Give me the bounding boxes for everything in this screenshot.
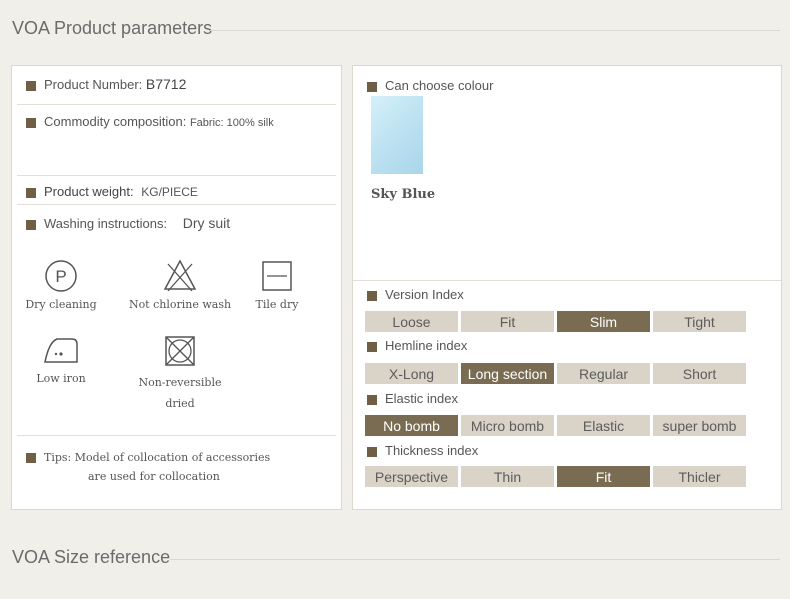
thickness-index-title: Thickness index [367,443,478,458]
weight-label: Product weight: [44,184,134,199]
product-options-panel: Can choose colour Sky Blue Version Index… [352,65,782,510]
care-item-dry-cleaning: P Dry cleaning [16,258,106,311]
bullet-square-icon [26,453,36,463]
version-index-options: Loose Fit Slim Tight [365,311,746,332]
composition-row: Commodity composition: Fabric: 100% silk [26,114,274,129]
care-item-tile-dry: Tile dry [244,258,310,311]
bullet-square-icon [367,290,377,301]
care-item-non-reversible: Non-reversible dried [122,334,238,414]
weight-row: Product weight: KG/PIECE [26,184,198,199]
heading-divider [170,559,780,560]
composition-value: Fabric: 100% silk [189,117,274,129]
divider [17,435,336,436]
care-label: Not chlorine wash [128,298,232,311]
option-tight[interactable]: Tight [653,311,746,332]
care-label: dried [165,397,195,410]
tips-line-2: are used for collocation [88,470,220,483]
non-reversible-dried-icon [165,336,195,366]
option-thicler[interactable]: Thicler [653,466,746,487]
bullet-square-icon [26,187,36,198]
bullet-square-icon [367,446,377,457]
option-x-long[interactable]: X-Long [365,363,458,384]
product-number-label: Product Number: [44,77,143,92]
option-micro-bomb[interactable]: Micro bomb [461,415,554,436]
no-chlorine-wash-icon [163,259,197,292]
product-info-panel: Product Number: B7712 Commodity composit… [11,65,342,510]
colour-title-row: Can choose colour [367,78,493,93]
divider [17,175,336,176]
elastic-index-title: Elastic index [367,391,458,406]
tips-row: Tips: Model of collocation of accessorie… [26,448,270,486]
bullet-square-icon [367,394,377,405]
option-long-section[interactable]: Long section [461,363,554,384]
elastic-index-options: No bomb Micro bomb Elastic super bomb [365,415,746,436]
svg-text:P: P [55,267,66,286]
option-short[interactable]: Short [653,363,746,384]
option-slim[interactable]: Slim [557,311,650,332]
option-perspective[interactable]: Perspective [365,466,458,487]
option-elastic[interactable]: Elastic [557,415,650,436]
care-label: Non-reversible [138,376,222,389]
divider [353,280,781,281]
care-label: Low iron [36,372,86,385]
option-no-bomb[interactable]: No bomb [365,415,458,436]
bullet-square-icon [367,341,377,352]
weight-value: KG/PIECE [141,185,198,199]
bullet-square-icon [26,219,36,230]
composition-label: Commodity composition: [44,114,187,129]
option-fit[interactable]: Fit [557,466,650,487]
washing-value: Dry suit [182,215,231,231]
bullet-square-icon [367,81,377,92]
version-index-title: Version Index [367,287,464,302]
tips-line-1: Model of collocation of accessories [74,451,271,464]
bullet-square-icon [26,117,36,128]
option-loose[interactable]: Loose [365,311,458,332]
product-number-value: B7712 [145,76,187,92]
low-iron-icon [44,338,78,363]
washing-label: Washing instructions: [44,216,168,231]
thickness-index-options: Perspective Thin Fit Thicler [365,466,746,487]
dry-cleaning-icon: P [45,260,77,292]
washing-row: Washing instructions: Dry suit [26,215,230,231]
care-label: Dry cleaning [25,298,97,311]
colour-title: Can choose colour [385,78,494,93]
care-item-no-chlorine: Not chlorine wash [112,258,248,311]
option-fit[interactable]: Fit [461,311,554,332]
section-title-size-reference: VOA Size reference [12,547,171,567]
section-title-product-parameters: VOA Product parameters [12,18,213,38]
tips-label: Tips: [44,451,72,464]
divider [17,104,336,105]
option-regular[interactable]: Regular [557,363,650,384]
product-number-row: Product Number: B7712 [26,76,186,92]
heading-divider [210,30,780,31]
tile-dry-icon [262,261,292,291]
care-item-low-iron: Low iron [16,334,106,385]
hemline-index-options: X-Long Long section Regular Short [365,363,746,384]
divider [17,204,336,205]
care-label: Tile dry [255,298,299,311]
colour-name: Sky Blue [371,187,436,202]
option-super-bomb[interactable]: super bomb [653,415,746,436]
colour-swatch-sky-blue[interactable] [371,96,423,174]
bullet-square-icon [26,80,36,91]
hemline-index-title: Hemline index [367,338,467,353]
option-thin[interactable]: Thin [461,466,554,487]
